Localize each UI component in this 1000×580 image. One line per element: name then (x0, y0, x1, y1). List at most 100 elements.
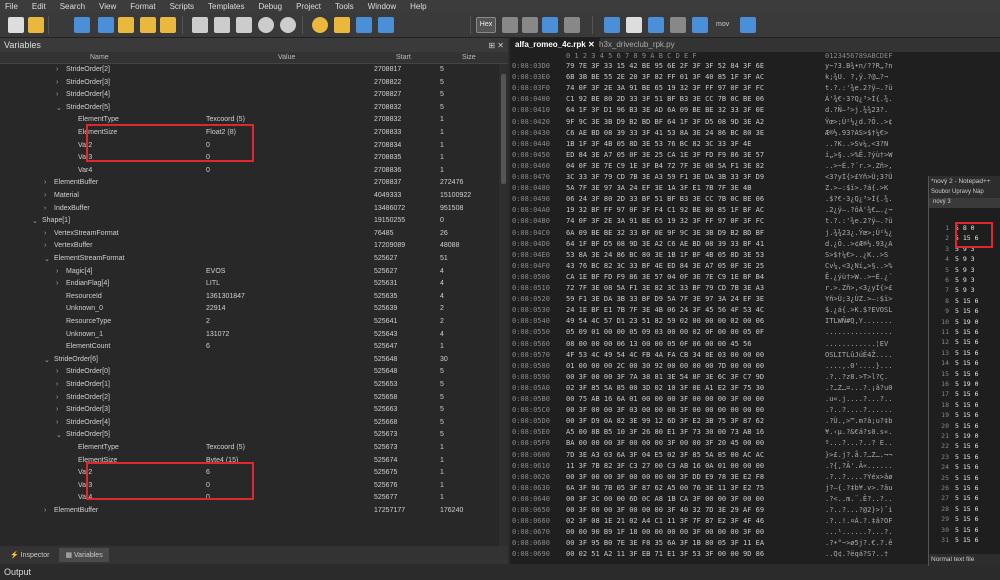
table-row[interactable]: Unknown_0 22914 525639 2 (0, 303, 499, 316)
text-line[interactable]: 21 5 19 0 (929, 432, 1000, 441)
table-row[interactable]: ElementType Texcoord (5) 525673 1 (0, 442, 499, 455)
ruler-icon[interactable] (502, 17, 518, 33)
table-row[interactable]: › StrideOrder[1] 525653 5 (0, 379, 499, 392)
menu-item[interactable]: Project (296, 2, 321, 11)
list-icon[interactable] (626, 17, 642, 33)
compare-icon[interactable] (692, 17, 708, 33)
text-line[interactable]: 12 5 15 6 (929, 338, 1000, 347)
chevron-icon[interactable]: ⌄ (44, 255, 50, 263)
sigma-icon[interactable] (648, 17, 664, 33)
chevron-icon[interactable]: ⌄ (56, 431, 62, 439)
menu-item[interactable]: File (5, 2, 18, 11)
hex-toggle-button[interactable]: Hex (476, 17, 496, 33)
hex-row[interactable]: 0:08:0410 64 1F 3F D1 96 B3 3E AD 6A 09 B… (510, 106, 930, 118)
text-line[interactable]: 9 5 15 6 (929, 307, 1000, 316)
tab-inspector[interactable]: ⚡ Inspector (4, 548, 55, 562)
hex-row[interactable]: 0:08:0420 9F 9C 3E 3B D9 B2 BD BF 64 1F 3… (510, 118, 930, 130)
hex-row[interactable]: 0:08:0590 00 3F 00 00 3F 7A 38 81 3E 54 8… (510, 373, 930, 385)
chevron-icon[interactable]: ⌄ (56, 104, 62, 112)
table-row[interactable]: ResourceType 2 525641 2 (0, 316, 499, 329)
hex-row[interactable]: 0:08:0520 59 F1 3E DA 3B 33 BF D9 5A 7F 3… (510, 295, 930, 307)
hex-row[interactable]: 0:08:0620 00 3F 00 00 3F 00 00 00 00 3F D… (510, 473, 930, 485)
menu-item[interactable]: Templates (208, 2, 244, 11)
tab-active-file[interactable]: alfa_romeo_4c.rpk ✕ (510, 38, 600, 52)
menu-item[interactable]: Tools (335, 2, 354, 11)
goto-icon[interactable] (378, 17, 394, 33)
table-row[interactable]: ⌄ StrideOrder[6] 525648 30 (0, 354, 499, 367)
chevron-icon[interactable]: ⌄ (44, 356, 50, 364)
table-row[interactable]: › VertexStreamFormat 76485 26 (0, 228, 499, 241)
hex-row[interactable]: 0:08:0470 3C 33 3F 79 CD 7B 3E A3 59 F1 3… (510, 173, 930, 185)
copy-icon[interactable] (214, 17, 230, 33)
text-line[interactable]: 13 5 15 6 (929, 349, 1000, 358)
text-line[interactable]: 22 5 15 6 (929, 442, 1000, 451)
hex-row[interactable]: 0:08:03E0 6B 3B BE 55 2E 20 3F 82 FF 01 3… (510, 73, 930, 85)
table-row[interactable]: ResourceId 1361301847 525635 4 (0, 291, 499, 304)
chevron-icon[interactable]: › (56, 280, 58, 287)
chevron-icon[interactable]: › (44, 179, 46, 186)
notepad-file-tab[interactable]: nový 3 (929, 198, 1000, 208)
text-line[interactable]: 28 5 15 6 (929, 505, 1000, 514)
table-row[interactable]: › StrideOrder[2] 2708817 5 (0, 64, 499, 77)
menu-item[interactable]: Search (60, 2, 85, 11)
chevron-icon[interactable]: › (56, 368, 58, 375)
scroll-thumb[interactable] (501, 74, 506, 184)
text-line[interactable]: 26 5 15 6 (929, 484, 1000, 493)
hex-row[interactable]: 0:08:05A0 02 3F 85 5A 85 00 3D 02 10 3F 0… (510, 384, 930, 396)
archive-icon[interactable] (160, 17, 176, 33)
col-value[interactable]: Value (278, 54, 295, 61)
menu-item[interactable]: Scripts (170, 2, 194, 11)
hex-row[interactable]: 0:08:0540 49 54 4C 57 D1 23 51 82 59 02 0… (510, 317, 930, 329)
col-name[interactable]: Name (90, 54, 109, 61)
text-line[interactable]: 23 5 15 6 (929, 453, 1000, 462)
text-line[interactable]: 6 5 9 3 (929, 276, 1000, 285)
table-row[interactable]: ⌄ Shape[1] 19150255 0 (0, 215, 499, 228)
mov-button[interactable]: mov (716, 17, 736, 33)
hex-row[interactable]: 0:08:05B0 00 75 AB 16 6A 01 00 00 00 3F 0… (510, 395, 930, 407)
table-row[interactable]: ⌄ ElementStreamFormat 525627 51 (0, 253, 499, 266)
text-line[interactable]: 15 5 15 6 (929, 370, 1000, 379)
table-row[interactable]: ElementCount 6 525647 1 (0, 341, 499, 354)
settings-icon[interactable] (740, 17, 756, 33)
text-line[interactable]: 30 5 15 6 (929, 526, 1000, 535)
hex-row[interactable]: 0:08:0610 11 3F 7B 82 3F C3 27 00 C3 AB 1… (510, 462, 930, 474)
col-start[interactable]: Start (396, 54, 411, 61)
table-row[interactable]: › ElementBuffer 2708837 272476 (0, 177, 499, 190)
hex-row[interactable]: 0:08:0670 00 00 90 B9 1F 18 00 00 00 00 3… (510, 528, 930, 540)
chevron-icon[interactable]: › (56, 394, 58, 401)
redo-icon[interactable] (280, 17, 296, 33)
open-file-icon[interactable] (28, 17, 44, 33)
table-row[interactable]: › StrideOrder[3] 525663 5 (0, 404, 499, 417)
hex-row[interactable]: 0:08:04C0 6A 09 BE BE 32 33 BF 0E 9F 9C 3… (510, 229, 930, 241)
hex-row[interactable]: 0:08:0690 00 02 51 A2 11 3F EB 71 E1 3F 5… (510, 550, 930, 562)
chevron-icon[interactable]: › (56, 268, 58, 275)
save-icon[interactable] (74, 17, 90, 33)
table-row[interactable]: › VertexBuffer 17209089 48088 (0, 240, 499, 253)
chevron-icon[interactable]: › (56, 91, 58, 98)
table-row[interactable]: Var4 0 2708836 1 (0, 165, 499, 178)
chevron-icon[interactable]: › (44, 230, 46, 237)
table-row[interactable]: › StrideOrder[4] 525668 5 (0, 417, 499, 430)
table-row[interactable]: › StrideOrder[3] 2708822 5 (0, 77, 499, 90)
table-row[interactable]: ⌄ StrideOrder[5] 525673 5 (0, 429, 499, 442)
chevron-icon[interactable]: ⌄ (32, 217, 38, 225)
table-row[interactable]: Unknown_1 131072 525643 4 (0, 329, 499, 342)
text-line[interactable]: 31 5 15 6 (929, 536, 1000, 545)
table-row[interactable]: › ElementBuffer 17257177 176240 (0, 505, 499, 518)
hex-row[interactable]: 0:08:0580 01 00 00 00 2C 00 30 92 00 00 0… (510, 362, 930, 374)
hex-row[interactable]: 0:08:0570 4F 53 4C 49 54 4C FB 4A FA CB 3… (510, 351, 930, 363)
hex-row[interactable]: 0:08:0550 05 09 01 00 00 05 09 03 00 00 0… (510, 328, 930, 340)
hex-row[interactable]: 0:08:0680 00 3F 95 B0 7E 3E F8 35 6A 3F 1… (510, 539, 930, 551)
text-line[interactable]: 29 5 15 6 (929, 515, 1000, 524)
hex-row[interactable]: 0:08:0630 6A 3F 96 7B 05 3F 87 62 A5 00 7… (510, 484, 930, 496)
save-all-icon[interactable] (98, 17, 114, 33)
hex-row[interactable]: 0:08:0660 02 3F 08 1E 21 02 A4 C1 11 3F 7… (510, 517, 930, 529)
find-icon[interactable] (312, 17, 328, 33)
folder-open-icon[interactable] (140, 17, 156, 33)
bookmark-icon[interactable] (542, 17, 558, 33)
menu-item[interactable]: Edit (32, 2, 46, 11)
hex-row[interactable]: 0:08:04B0 74 0F 3F 2E 3A 91 BE 65 19 32 3… (510, 217, 930, 229)
table-row[interactable]: › Magic[4] EVOS 525627 4 (0, 266, 499, 279)
menu-item[interactable]: Debug (259, 2, 283, 11)
chevron-icon[interactable]: › (44, 242, 46, 249)
